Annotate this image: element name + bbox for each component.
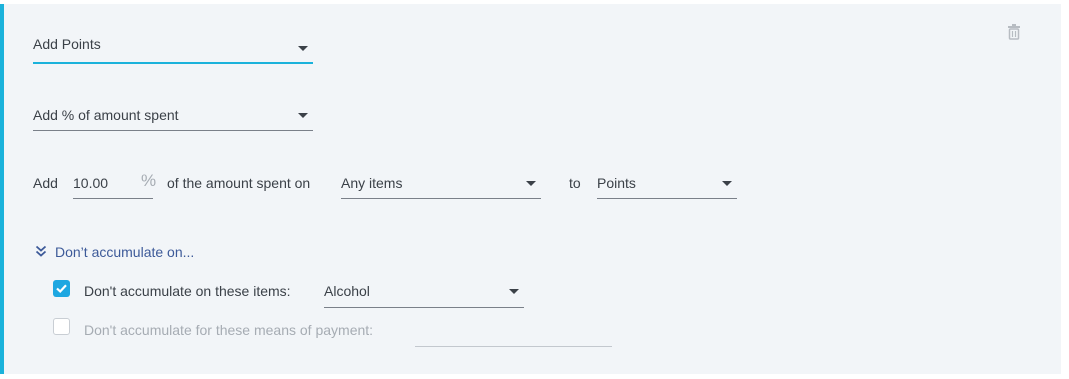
- action-select-value: Add Points: [33, 36, 101, 52]
- caret-down-icon: [298, 113, 308, 118]
- percent-value: 10.00: [73, 175, 109, 191]
- target-select[interactable]: Points: [597, 174, 737, 199]
- exclude-items-select[interactable]: Alcohol: [324, 282, 524, 308]
- caret-down-icon: [509, 289, 519, 294]
- checkmark-icon: [56, 284, 67, 294]
- caret-down-icon: [722, 181, 732, 186]
- exclude-payment-checkbox[interactable]: [53, 318, 70, 335]
- double-chevron-down-icon: [35, 245, 47, 258]
- rule-card: Add Points Add % of amount spent Add 10.…: [0, 4, 1061, 374]
- formula-to-text: to: [569, 175, 581, 191]
- exclude-items-select-value: Alcohol: [324, 283, 370, 299]
- action-select[interactable]: Add Points: [33, 36, 313, 64]
- percent-input[interactable]: 10.00 %: [73, 171, 157, 199]
- formula-prefix: Add: [33, 175, 58, 191]
- exclude-payment-label: Don't accumulate for these means of paym…: [84, 322, 374, 338]
- exclude-items-checkbox[interactable]: [53, 280, 70, 297]
- trash-icon[interactable]: [1007, 24, 1021, 40]
- target-select-value: Points: [597, 175, 636, 191]
- formula-middle-text: of the amount spent on: [167, 175, 311, 191]
- percent-symbol: %: [141, 171, 157, 190]
- exclusions-toggle-label: Don’t accumulate on...: [55, 244, 195, 260]
- caret-down-icon: [526, 181, 536, 186]
- caret-down-icon: [298, 46, 308, 51]
- mode-select-value: Add % of amount spent: [33, 107, 179, 123]
- exclude-items-label: Don't accumulate on these items:: [84, 283, 291, 299]
- items-select-value: Any items: [341, 175, 403, 191]
- exclusions-toggle[interactable]: Don’t accumulate on...: [35, 244, 235, 262]
- items-select[interactable]: Any items: [341, 174, 541, 199]
- exclude-payment-select[interactable]: [415, 320, 612, 347]
- mode-select[interactable]: Add % of amount spent: [33, 107, 313, 131]
